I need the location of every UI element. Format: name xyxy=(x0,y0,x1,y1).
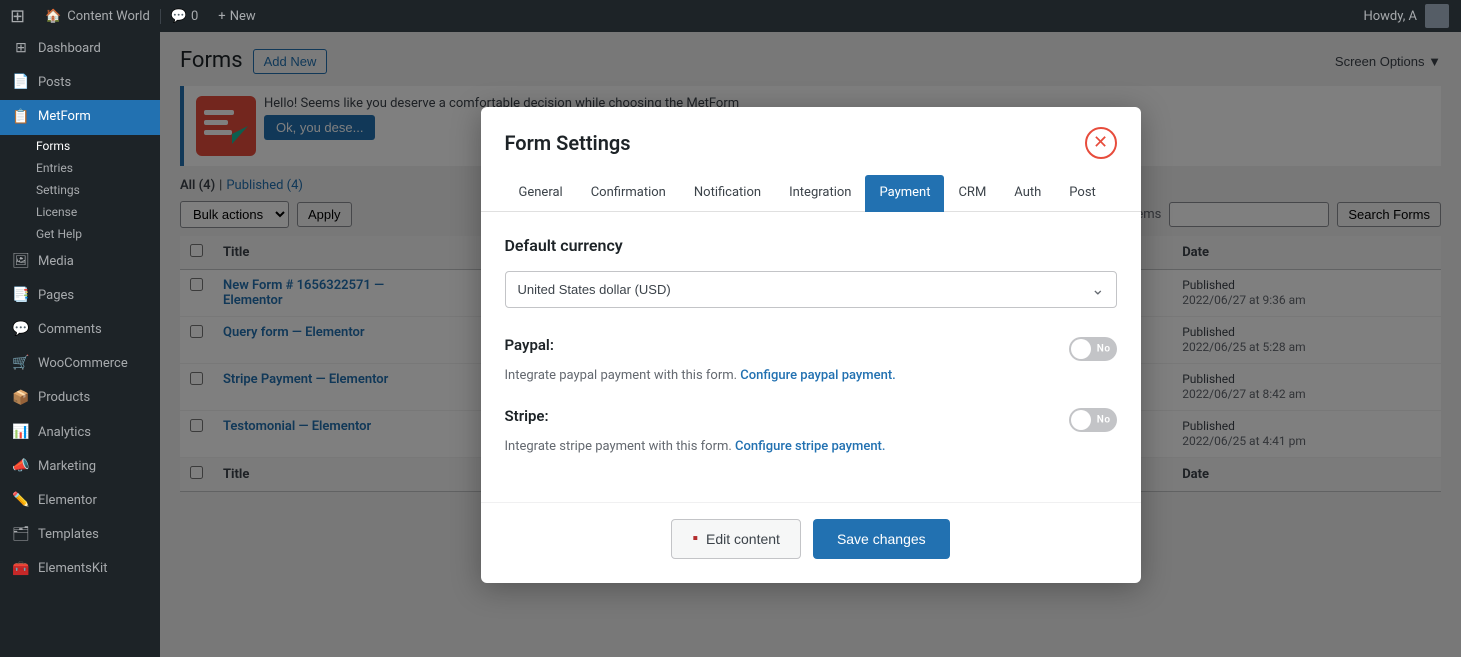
sidebar-sub-license[interactable]: License xyxy=(0,201,160,223)
sidebar-sub-forms[interactable]: Forms xyxy=(0,135,160,157)
analytics-icon: 📊 xyxy=(12,424,30,442)
paypal-label: Paypal: xyxy=(505,336,554,354)
sidebar-item-pages[interactable]: 📑 Pages xyxy=(0,279,160,313)
currency-select-wrap: United States dollar (USD) Euro (EUR) Br… xyxy=(505,271,1117,308)
tab-crm[interactable]: CRM xyxy=(944,175,1000,212)
sidebar-sub-entries[interactable]: Entries xyxy=(0,157,160,179)
sidebar: ⊞ Dashboard 📄 Posts 📋 MetForm Forms Entr… xyxy=(0,32,160,657)
paypal-toggle[interactable]: No xyxy=(1069,337,1117,361)
site-name[interactable]: 🏠 Content World xyxy=(35,9,161,24)
stripe-row-header: Stripe: No xyxy=(505,407,1117,433)
new-item-menu[interactable]: + New xyxy=(208,9,265,24)
stripe-toggle-label: No xyxy=(1097,414,1111,425)
posts-icon: 📄 xyxy=(12,74,30,92)
stripe-section: Stripe: No Integrate stripe payment with… xyxy=(505,407,1117,454)
pages-icon: 📑 xyxy=(12,287,30,305)
wp-layout: ⊞ Dashboard 📄 Posts 📋 MetForm Forms Entr… xyxy=(0,0,1461,657)
modal-overlay[interactable]: Form Settings ✕ General Confirmation Not… xyxy=(160,32,1461,657)
elementor-icon: ✏️ xyxy=(12,492,30,510)
sidebar-item-woocommerce[interactable]: 🛒 WooCommerce xyxy=(0,347,160,381)
paypal-row-header: Paypal: No xyxy=(505,336,1117,362)
elementskit-icon: 🧰 xyxy=(12,560,30,578)
sidebar-item-posts[interactable]: 📄 Posts xyxy=(0,66,160,100)
tab-integration[interactable]: Integration xyxy=(775,175,865,212)
configure-paypal-link[interactable]: Configure paypal payment. xyxy=(740,368,895,383)
metform-icon: 📋 xyxy=(12,108,30,126)
modal-footer: ▪ Edit content Save changes xyxy=(481,502,1141,583)
sidebar-sub-settings[interactable]: Settings xyxy=(0,179,160,201)
modal-header: Form Settings ✕ xyxy=(481,107,1141,175)
close-icon: ✕ xyxy=(1093,132,1108,153)
currency-select[interactable]: United States dollar (USD) Euro (EUR) Br… xyxy=(505,271,1117,308)
sidebar-item-dashboard[interactable]: ⊞ Dashboard xyxy=(0,32,160,66)
sidebar-item-templates[interactable]: 🗂 Templates xyxy=(0,518,160,552)
sidebar-item-products[interactable]: 📦 Products xyxy=(0,381,160,415)
avatar[interactable] xyxy=(1425,4,1449,28)
paypal-section: Paypal: No Integrate paypal payment with… xyxy=(505,336,1117,383)
sidebar-item-metform[interactable]: 📋 MetForm xyxy=(0,100,160,134)
sidebar-sub-gethelp[interactable]: Get Help xyxy=(0,223,160,245)
edit-content-icon: ▪ xyxy=(692,530,698,548)
sidebar-item-marketing[interactable]: 📣 Marketing xyxy=(0,450,160,484)
comments-icon: 💬 xyxy=(12,321,30,339)
main-content: Forms Add New Screen Options ▼ xyxy=(160,32,1461,657)
products-icon: 📦 xyxy=(12,389,30,407)
sidebar-item-media[interactable]: 🖼 Media xyxy=(0,245,160,279)
wp-logo-icon: ⊞ xyxy=(0,6,35,27)
tab-post[interactable]: Post xyxy=(1055,175,1110,212)
paypal-toggle-label: No xyxy=(1097,343,1111,354)
tab-confirmation[interactable]: Confirmation xyxy=(577,175,680,212)
sidebar-item-comments[interactable]: 💬 Comments xyxy=(0,313,160,347)
comments-count[interactable]: 💬 0 xyxy=(161,9,209,24)
media-icon: 🖼 xyxy=(12,253,30,271)
modal-body: Default currency United States dollar (U… xyxy=(481,212,1141,502)
dashboard-icon: ⊞ xyxy=(12,40,30,58)
sidebar-item-analytics[interactable]: 📊 Analytics xyxy=(0,416,160,450)
tab-notification[interactable]: Notification xyxy=(680,175,775,212)
stripe-desc: Integrate stripe payment with this form.… xyxy=(505,439,1117,454)
stripe-label: Stripe: xyxy=(505,407,549,425)
templates-icon: 🗂 xyxy=(12,526,30,544)
tab-general[interactable]: General xyxy=(505,175,577,212)
woocommerce-icon: 🛒 xyxy=(12,355,30,373)
stripe-toggle[interactable]: No xyxy=(1069,408,1117,432)
tab-payment[interactable]: Payment xyxy=(865,175,944,212)
tab-auth[interactable]: Auth xyxy=(1000,175,1055,212)
admin-bar-right: Howdy, A xyxy=(1351,4,1461,28)
sidebar-item-elementor[interactable]: ✏️ Elementor xyxy=(0,484,160,518)
marketing-icon: 📣 xyxy=(12,458,30,476)
modal-title: Form Settings xyxy=(505,131,631,155)
default-currency-title: Default currency xyxy=(505,236,1117,255)
edit-content-button[interactable]: ▪ Edit content xyxy=(671,519,801,559)
sidebar-item-elementskit[interactable]: 🧰 ElementsKit xyxy=(0,552,160,586)
save-changes-button[interactable]: Save changes xyxy=(813,519,950,559)
configure-stripe-link[interactable]: Configure stripe payment. xyxy=(735,439,885,454)
form-settings-modal: Form Settings ✕ General Confirmation Not… xyxy=(481,107,1141,583)
modal-tabs: General Confirmation Notification Integr… xyxy=(481,175,1141,212)
admin-bar: ⊞ 🏠 Content World 💬 0 + New Howdy, A xyxy=(0,0,1461,32)
paypal-desc: Integrate paypal payment with this form.… xyxy=(505,368,1117,383)
modal-close-button[interactable]: ✕ xyxy=(1085,127,1117,159)
